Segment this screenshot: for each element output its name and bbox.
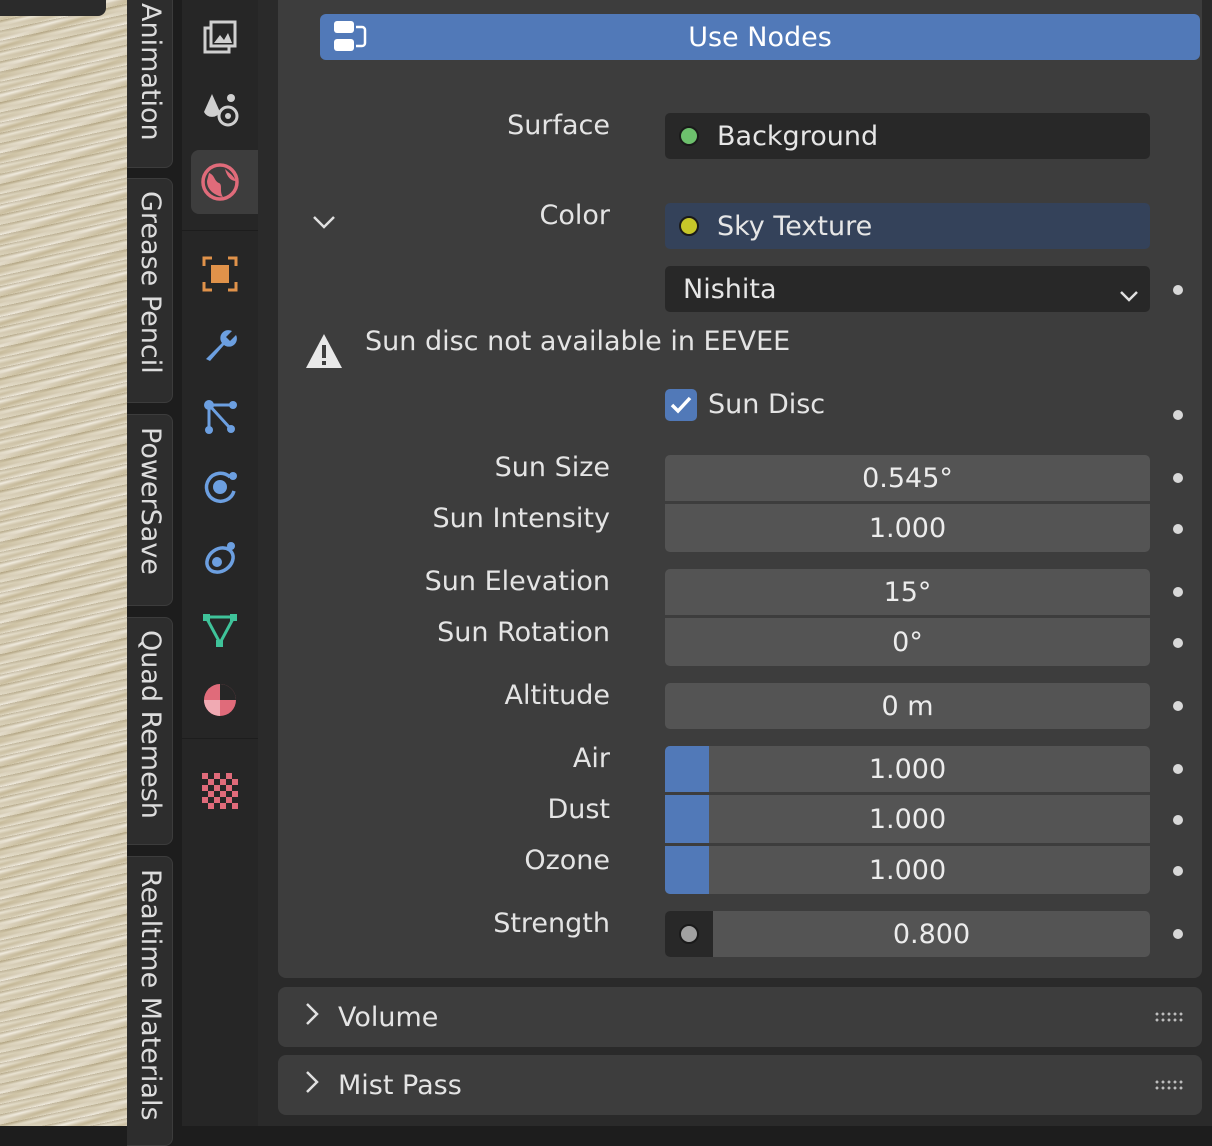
material-icon[interactable] (191, 671, 249, 729)
3d-viewport[interactable] (0, 0, 127, 1126)
checkmark-icon (670, 396, 692, 414)
sun-intensity-label: Sun Intensity (432, 503, 610, 534)
keyframe-dot[interactable] (1173, 764, 1183, 774)
sidebar-tab-realtime-materials[interactable]: Realtime Materials (127, 856, 173, 1146)
constraints-icon[interactable] (191, 529, 249, 587)
ozone-slider[interactable]: 1.000 (665, 846, 1150, 894)
sidebar-tab-strip: Animation Grease Pencil PowerSave Quad R… (127, 0, 182, 1146)
keyframe-dot[interactable] (1173, 701, 1183, 711)
shader-socket-icon (679, 126, 699, 146)
volume-panel-title: Volume (338, 1001, 439, 1033)
altitude-value: 0 m (881, 690, 934, 722)
value-socket-icon (679, 924, 699, 944)
ozone-value: 1.000 (868, 854, 947, 886)
keyframe-dot[interactable] (1173, 473, 1183, 483)
strength-socket-box[interactable] (665, 911, 713, 957)
sun-rotation-label: Sun Rotation (437, 617, 610, 648)
keyframe-dot[interactable] (1173, 410, 1183, 420)
warning-icon (304, 332, 344, 374)
sidebar-tab-quad-remesh[interactable]: Quad Remesh (127, 617, 173, 845)
sun-disc-label: Sun Disc (708, 389, 826, 420)
chevron-right-icon (304, 1069, 320, 1102)
volume-panel-header[interactable]: Volume (278, 987, 1202, 1047)
sun-intensity-field[interactable]: 1.000 (665, 504, 1150, 552)
sidebar-tab-label: Quad Remesh (135, 630, 166, 819)
strength-label: Strength (493, 908, 610, 939)
sun-elevation-label: Sun Elevation (424, 566, 610, 597)
sidebar-tab-animation[interactable]: Animation (127, 0, 173, 168)
sidebar-tab-label: PowerSave (135, 427, 166, 575)
sun-size-field[interactable]: 0.545° (665, 455, 1150, 501)
sun-rotation-value: 0° (892, 626, 923, 658)
air-label: Air (572, 743, 610, 774)
viewport-header-corner (0, 0, 106, 16)
modifier-icon[interactable] (191, 316, 249, 374)
surface-label: Surface (507, 110, 610, 141)
sidebar-tab-label: Realtime Materials (135, 869, 166, 1121)
dust-label: Dust (547, 794, 610, 825)
color-label: Color (539, 200, 611, 231)
sun-rotation-field[interactable]: 0° (665, 618, 1150, 666)
object-icon[interactable] (191, 245, 249, 303)
sun-size-label: Sun Size (494, 452, 610, 483)
strength-value: 0.800 (892, 918, 971, 950)
drag-handle-icon[interactable] (1154, 1079, 1184, 1091)
sun-elevation-value: 15° (883, 576, 932, 608)
properties-editor: Use Nodes Surface Background Color Sky T… (258, 0, 1212, 1126)
air-slider[interactable]: 1.000 (665, 746, 1150, 792)
color-input-field[interactable]: Sky Texture (665, 203, 1150, 249)
texture-icon[interactable] (191, 762, 249, 820)
sidebar-tab-powersave[interactable]: PowerSave (127, 414, 173, 606)
render-icon[interactable] (191, 10, 249, 68)
keyframe-dot[interactable] (1173, 929, 1183, 939)
color-socket-icon (679, 216, 699, 236)
data-icon[interactable] (191, 600, 249, 658)
sidebar-tab-label: Grease Pencil (135, 191, 166, 374)
keyframe-dot[interactable] (1173, 638, 1183, 648)
sun-elevation-field[interactable]: 15° (665, 569, 1150, 615)
node-tree-icon (330, 19, 370, 62)
sun-disc-checkbox[interactable] (665, 389, 697, 421)
sun-intensity-value: 1.000 (868, 512, 947, 544)
surface-shader-field[interactable]: Background (665, 113, 1150, 159)
warning-text: Sun disc not available in EEVEE (365, 326, 791, 357)
slider-fill (665, 795, 709, 843)
scene-icon[interactable] (191, 81, 249, 139)
mist-pass-panel-header[interactable]: Mist Pass (278, 1055, 1202, 1115)
chevron-right-icon (304, 1001, 320, 1034)
collapse-chevron-icon[interactable] (310, 212, 338, 236)
keyframe-dot[interactable] (1173, 866, 1183, 876)
dust-slider[interactable]: 1.000 (665, 795, 1150, 843)
surface-shader-value: Background (717, 120, 879, 152)
keyframe-dot[interactable] (1173, 815, 1183, 825)
color-input-value: Sky Texture (717, 210, 873, 242)
altitude-field[interactable]: 0 m (665, 683, 1150, 729)
air-value: 1.000 (868, 753, 947, 785)
slider-fill (665, 846, 709, 894)
sky-type-value: Nishita (683, 273, 777, 305)
dust-value: 1.000 (868, 803, 947, 835)
physics-icon[interactable] (191, 458, 249, 516)
world-icon[interactable] (191, 150, 258, 214)
chevron-down-icon (1118, 280, 1140, 311)
sky-type-dropdown[interactable]: Nishita (665, 266, 1150, 312)
strength-field[interactable]: 0.800 (665, 911, 1150, 957)
sidebar-tab-grease-pencil[interactable]: Grease Pencil (127, 178, 173, 403)
keyframe-dot[interactable] (1173, 587, 1183, 597)
drag-handle-icon[interactable] (1154, 1011, 1184, 1023)
keyframe-dot[interactable] (1173, 524, 1183, 534)
sidebar-tab-label: Animation (135, 3, 166, 141)
slider-fill (665, 746, 709, 792)
sun-size-value: 0.545° (862, 462, 953, 494)
properties-tab-column (182, 0, 258, 1126)
altitude-label: Altitude (504, 680, 610, 711)
use-nodes-button[interactable]: Use Nodes (320, 14, 1200, 60)
surface-panel: Use Nodes Surface Background Color Sky T… (278, 0, 1202, 978)
particles-icon[interactable] (191, 387, 249, 445)
ozone-label: Ozone (524, 845, 610, 876)
mist-pass-panel-title: Mist Pass (338, 1069, 462, 1101)
use-nodes-label: Use Nodes (688, 21, 832, 53)
keyframe-dot[interactable] (1173, 285, 1183, 295)
